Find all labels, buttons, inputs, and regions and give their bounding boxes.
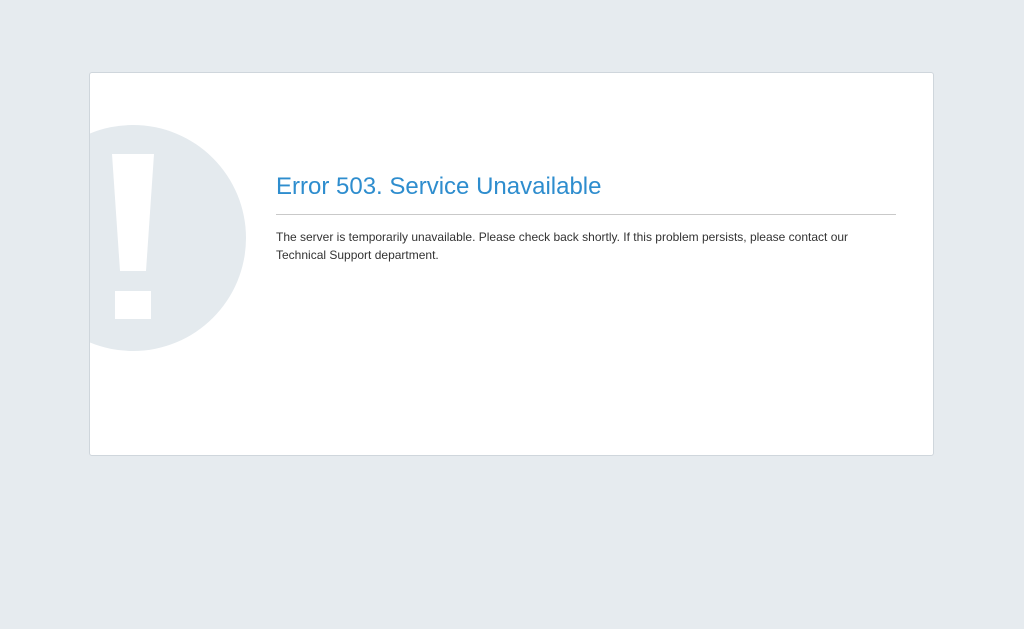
error-title: Error 503. Service Unavailable (276, 173, 602, 200)
error-card: Error 503. Service Unavailable The serve… (89, 72, 934, 456)
error-message: The server is temporarily unavailable. P… (276, 230, 849, 262)
exclamation-icon (90, 125, 246, 351)
divider (276, 214, 896, 215)
error-content: Error 503. Service Unavailable The serve… (276, 171, 896, 264)
